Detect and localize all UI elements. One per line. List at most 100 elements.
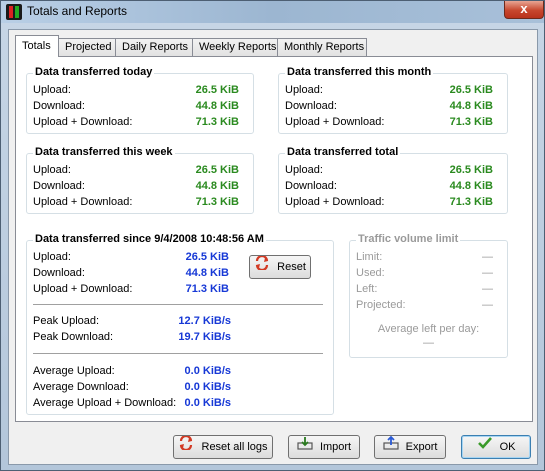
upload-row: Upload: 26.5 KiB xyxy=(33,84,249,99)
group-today: Data transferred today Upload: 26.5 KiB … xyxy=(26,66,254,134)
upload-row: Upload: 26.5 KiB xyxy=(285,164,503,179)
total-row: Upload + Download: 71.3 KiB xyxy=(285,196,503,211)
total-label: Upload + Download: xyxy=(285,196,385,208)
tab-totals[interactable]: Totals xyxy=(15,35,59,57)
avg-total-value: 0.0 KiB/s xyxy=(184,397,231,409)
import-button[interactable]: Import xyxy=(288,435,360,459)
upload-label: Upload: xyxy=(33,84,71,96)
upload-value: 26.5 KiB xyxy=(195,164,239,176)
left-value: — xyxy=(482,283,493,295)
total-label: Upload + Download: xyxy=(33,283,133,295)
avg-download-value: 0.0 KiB/s xyxy=(184,381,231,393)
group-title: Data transferred this week xyxy=(33,146,175,158)
app-icon xyxy=(6,4,22,20)
reset-all-logs-label: Reset all logs xyxy=(201,441,268,454)
download-value: 44.8 KiB xyxy=(449,180,493,192)
total-label: Upload + Download: xyxy=(285,116,385,128)
upload-value: 26.5 KiB xyxy=(449,164,493,176)
reset-all-logs-button[interactable]: Reset all logs xyxy=(173,435,273,459)
total-value: 71.3 KiB xyxy=(185,283,229,295)
avg-upload-row: Average Upload: 0.0 KiB/s xyxy=(33,365,241,380)
total-row: Upload + Download: 71.3 KiB xyxy=(285,116,503,131)
projected-label: Projected: xyxy=(356,299,406,311)
download-row: Download: 44.8 KiB xyxy=(33,100,249,115)
reset-icon xyxy=(254,255,270,278)
download-label: Download: xyxy=(285,180,337,192)
download-value: 44.8 KiB xyxy=(449,100,493,112)
download-label: Download: xyxy=(33,267,85,279)
group-since: Data transferred since 9/4/2008 10:48:56… xyxy=(26,233,334,415)
total-value: 71.3 KiB xyxy=(449,196,493,208)
group-title: Data transferred this month xyxy=(285,66,434,78)
avg-left-value: — xyxy=(423,337,434,349)
upload-row: Upload: 26.5 KiB xyxy=(33,164,249,179)
peak-upload-row: Peak Upload: 12.7 KiB/s xyxy=(33,315,241,330)
avg-left-label: Average left per day: xyxy=(377,323,480,335)
download-value: 44.8 KiB xyxy=(195,100,239,112)
group-title: Data transferred total xyxy=(285,146,401,158)
total-row: Upload + Download: 71.3 KiB xyxy=(33,196,249,211)
download-row: Download: 44.8 KiB xyxy=(33,267,239,282)
group-total: Data transferred total Upload: 26.5 KiB … xyxy=(278,146,508,214)
export-button[interactable]: Export xyxy=(374,435,446,459)
upload-label: Upload: xyxy=(285,84,323,96)
upload-value: 26.5 KiB xyxy=(195,84,239,96)
group-this-week: Data transferred this week Upload: 26.5 … xyxy=(26,146,254,214)
total-label: Upload + Download: xyxy=(33,196,133,208)
avg-upload-value: 0.0 KiB/s xyxy=(184,365,231,377)
peak-download-label: Peak Download: xyxy=(33,331,114,343)
download-value: 44.8 KiB xyxy=(195,180,239,192)
divider xyxy=(33,353,323,354)
reset-icon xyxy=(178,435,194,458)
avg-download-label: Average Download: xyxy=(33,381,129,393)
tab-projected[interactable]: Projected xyxy=(58,38,116,56)
avg-upload-label: Average Upload: xyxy=(33,365,115,377)
download-value: 44.8 KiB xyxy=(185,267,229,279)
total-value: 71.3 KiB xyxy=(195,196,239,208)
limit-row: Limit: — xyxy=(356,251,503,266)
tab-weekly-reports[interactable]: Weekly Reports xyxy=(192,38,278,56)
projected-value: — xyxy=(482,299,493,311)
checkmark-icon xyxy=(477,436,493,458)
peak-upload-label: Peak Upload: xyxy=(33,315,100,327)
used-label: Used: xyxy=(356,267,385,279)
used-value: — xyxy=(482,267,493,279)
group-traffic-limit: Traffic volume limit Limit: — Used: — Le… xyxy=(349,233,508,358)
import-icon xyxy=(297,436,313,458)
upload-label: Upload: xyxy=(285,164,323,176)
upload-value: 26.5 KiB xyxy=(449,84,493,96)
download-row: Download: 44.8 KiB xyxy=(285,100,503,115)
download-label: Download: xyxy=(33,100,85,112)
tab-daily-reports[interactable]: Daily Reports xyxy=(115,38,193,56)
total-label: Upload + Download: xyxy=(33,116,133,128)
tab-monthly-reports[interactable]: Monthly Reports xyxy=(277,38,367,56)
totals-panel: Data transferred today Upload: 26.5 KiB … xyxy=(15,56,533,422)
ok-label: OK xyxy=(499,441,516,454)
left-row: Left: — xyxy=(356,283,503,298)
group-this-month: Data transferred this month Upload: 26.5… xyxy=(278,66,508,134)
export-label: Export xyxy=(405,441,438,454)
peak-upload-value: 12.7 KiB/s xyxy=(178,315,231,327)
reset-button[interactable]: Reset xyxy=(249,255,311,279)
avg-total-row: Average Upload + Download: 0.0 KiB/s xyxy=(33,397,241,412)
ok-button[interactable]: OK xyxy=(461,435,531,459)
projected-row: Projected: — xyxy=(356,299,503,314)
dialog-client: Totals Projected Daily Reports Weekly Re… xyxy=(8,29,538,465)
peak-download-row: Peak Download: 19.7 KiB/s xyxy=(33,331,241,346)
avg-download-row: Average Download: 0.0 KiB/s xyxy=(33,381,241,396)
limit-value: — xyxy=(482,251,493,263)
avg-total-label: Average Upload + Download: xyxy=(33,397,177,409)
window-title: Totals and Reports xyxy=(27,4,128,18)
limit-label: Limit: xyxy=(356,251,383,263)
close-button[interactable]: x xyxy=(504,1,544,19)
peak-download-value: 19.7 KiB/s xyxy=(178,331,231,343)
import-label: Import xyxy=(319,441,352,454)
total-row: Upload + Download: 71.3 KiB xyxy=(33,283,239,298)
upload-label: Upload: xyxy=(33,164,71,176)
download-row: Download: 44.8 KiB xyxy=(285,180,503,195)
title-bar[interactable]: Totals and Reports x xyxy=(1,1,544,23)
upload-value: 26.5 KiB xyxy=(185,251,229,263)
export-icon xyxy=(382,435,399,458)
group-title: Traffic volume limit xyxy=(356,233,461,245)
used-row: Used: — xyxy=(356,267,503,282)
